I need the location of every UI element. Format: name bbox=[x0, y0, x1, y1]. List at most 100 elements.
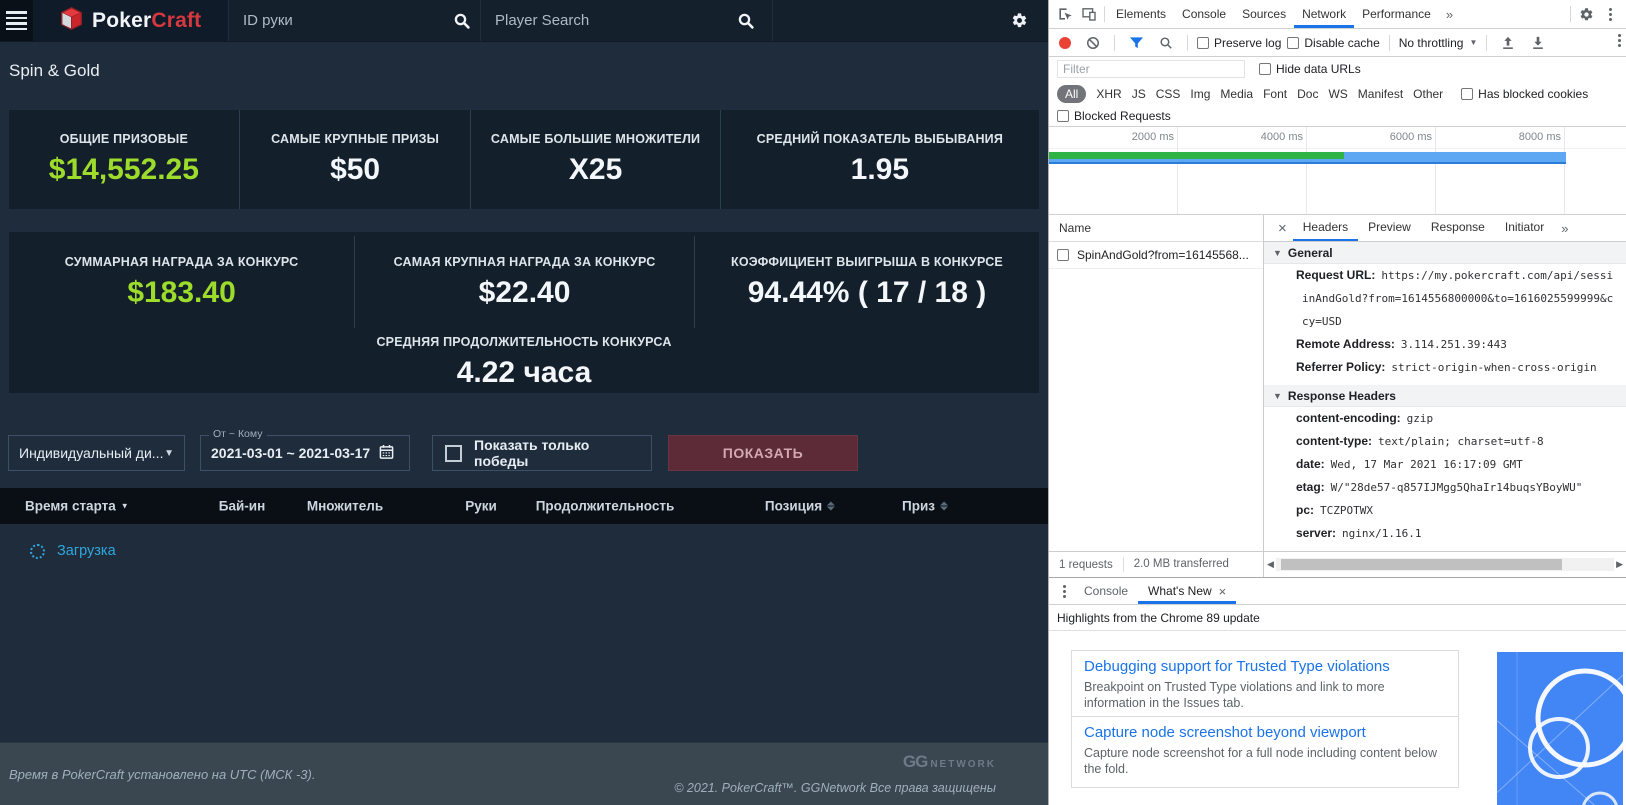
has-blocked-cookies-checkbox-group[interactable]: Has blocked cookies bbox=[1461, 87, 1588, 101]
clear-icon[interactable] bbox=[1081, 32, 1105, 54]
chip-other[interactable]: Other bbox=[1413, 87, 1443, 101]
settings-gear-icon[interactable] bbox=[1011, 0, 1048, 41]
ggnetwork-logo: GGNETWORK bbox=[903, 752, 996, 772]
search-icon[interactable] bbox=[1154, 32, 1178, 54]
details-tabbar: × Headers Preview Response Initiator » bbox=[1264, 215, 1626, 242]
tab-sources[interactable]: Sources bbox=[1234, 0, 1294, 28]
request-row[interactable]: SpinAndGold?from=16145568... bbox=[1049, 242, 1263, 269]
chip-ws[interactable]: WS bbox=[1328, 87, 1347, 101]
whats-new-link[interactable]: Debugging support for Trusted Type viola… bbox=[1084, 658, 1446, 675]
chip-css[interactable]: CSS bbox=[1156, 87, 1181, 101]
import-har-icon[interactable] bbox=[1496, 32, 1520, 54]
hand-id-search-icon[interactable] bbox=[450, 10, 474, 32]
throttling-dropdown[interactable]: No throttling ▼ bbox=[1399, 36, 1478, 50]
whats-new-card: Capture node screenshot beyond viewport … bbox=[1071, 716, 1459, 788]
devtools-drawer: Console What's New × Highlights from the… bbox=[1049, 577, 1626, 805]
inspect-element-icon[interactable] bbox=[1053, 3, 1077, 25]
stats-panel-secondary: СУММАРНАЯ НАГРАДА ЗА КОНКУРС $183.40 САМ… bbox=[8, 231, 1040, 394]
only-wins-label: Показать только победы bbox=[474, 437, 639, 469]
stat-avg-contest-duration: СРЕДНЯЯ ПРОДОЛЖИТЕЛЬНОСТЬ КОНКУРСА 4.22 … bbox=[9, 335, 1039, 390]
filter-funnel-icon[interactable] bbox=[1124, 32, 1148, 54]
close-icon[interactable]: × bbox=[1219, 584, 1227, 599]
tab-preview[interactable]: Preview bbox=[1358, 215, 1421, 241]
tick-8000ms: 8000 ms bbox=[1436, 127, 1565, 148]
copyright-text: © 2021. PokerCraft™. GGNetwork Все права… bbox=[674, 781, 996, 795]
player-search-icon[interactable] bbox=[734, 10, 758, 32]
blocked-requests-checkbox-group[interactable]: Blocked Requests bbox=[1057, 109, 1171, 123]
column-position[interactable]: Позиция bbox=[765, 499, 835, 514]
chip-manifest[interactable]: Manifest bbox=[1358, 87, 1403, 101]
general-section-header[interactable]: ▼ General bbox=[1264, 242, 1626, 264]
calendar-icon[interactable] bbox=[379, 444, 394, 463]
tab-initiator[interactable]: Initiator bbox=[1495, 215, 1554, 241]
disable-cache-checkbox-group[interactable]: Disable cache bbox=[1287, 36, 1379, 50]
preserve-log-checkbox[interactable] bbox=[1197, 37, 1209, 49]
menu-button[interactable] bbox=[0, 0, 33, 41]
scrollbar-track[interactable] bbox=[1276, 558, 1614, 571]
pokercraft-logo[interactable]: PokerCraft bbox=[33, 0, 228, 41]
request-row-checkbox[interactable] bbox=[1057, 249, 1069, 261]
show-button[interactable]: ПОКАЗАТЬ bbox=[668, 435, 858, 471]
close-icon[interactable]: × bbox=[1272, 215, 1293, 241]
only-wins-checkbox[interactable] bbox=[445, 445, 462, 462]
chip-doc[interactable]: Doc bbox=[1297, 87, 1318, 101]
whats-new-link[interactable]: Capture node screenshot beyond viewport bbox=[1084, 724, 1446, 741]
blocked-requests-checkbox[interactable] bbox=[1057, 110, 1069, 122]
has-blocked-cookies-checkbox[interactable] bbox=[1461, 88, 1473, 100]
hand-id-input[interactable] bbox=[243, 12, 442, 29]
preserve-log-label: Preserve log bbox=[1214, 36, 1281, 50]
response-headers-section-header[interactable]: ▼ Response Headers bbox=[1264, 385, 1626, 407]
pokercraft-topbar: PokerCraft bbox=[0, 0, 1048, 42]
record-button[interactable] bbox=[1059, 37, 1071, 49]
stat-contest-win-ratio: КОЭФФИЦИЕНТ ВЫИГРЫША В КОНКУРСЕ 94.44% (… bbox=[695, 236, 1039, 328]
name-column-header[interactable]: Name bbox=[1049, 215, 1263, 242]
more-tabs-icon[interactable]: » bbox=[1439, 0, 1460, 28]
export-har-icon[interactable] bbox=[1526, 32, 1550, 54]
column-buyin[interactable]: Бай-ин bbox=[219, 499, 265, 514]
timeline-activity-bar bbox=[1049, 152, 1566, 164]
chip-font[interactable]: Font bbox=[1263, 87, 1287, 101]
hand-id-search bbox=[228, 0, 480, 41]
pokercraft-footer: Время в PokerCraft установлено на UTC (М… bbox=[0, 742, 1048, 805]
chip-js[interactable]: JS bbox=[1132, 87, 1146, 101]
network-filter-input[interactable] bbox=[1057, 60, 1245, 78]
scrollbar-thumb[interactable] bbox=[1281, 559, 1562, 570]
column-hands[interactable]: Руки bbox=[465, 499, 497, 514]
tab-response[interactable]: Response bbox=[1421, 215, 1495, 241]
network-overview-timeline[interactable]: 2000 ms 4000 ms 6000 ms 8000 ms bbox=[1049, 127, 1626, 215]
more-detail-tabs-icon[interactable]: » bbox=[1554, 215, 1575, 241]
scroll-right-icon[interactable]: ▶ bbox=[1616, 559, 1623, 570]
loading-row: Загрузка bbox=[0, 524, 1048, 559]
scroll-left-icon[interactable]: ◀ bbox=[1267, 559, 1274, 570]
tab-headers[interactable]: Headers bbox=[1293, 215, 1358, 241]
game-type-dropdown[interactable]: Индивидуальный ди... ▼ bbox=[8, 435, 185, 471]
drawer-tab-whats-new[interactable]: What's New × bbox=[1138, 578, 1236, 604]
tab-performance[interactable]: Performance bbox=[1354, 0, 1439, 28]
tab-elements[interactable]: Elements bbox=[1108, 0, 1174, 28]
drawer-menu-kebab-icon[interactable] bbox=[1063, 585, 1066, 598]
chip-img[interactable]: Img bbox=[1190, 87, 1210, 101]
tab-console[interactable]: Console bbox=[1174, 0, 1234, 28]
column-prize[interactable]: Приз bbox=[902, 499, 948, 514]
column-start-time[interactable]: Время старта▼ bbox=[25, 499, 129, 514]
devtools-main-tabbar: Elements Console Sources Network Perform… bbox=[1049, 0, 1626, 29]
only-wins-checkbox-group[interactable]: Показать только победы bbox=[432, 435, 652, 471]
drawer-tab-console[interactable]: Console bbox=[1074, 578, 1138, 604]
hide-data-urls-checkbox-group[interactable]: Hide data URLs bbox=[1259, 62, 1361, 76]
disable-cache-checkbox[interactable] bbox=[1287, 37, 1299, 49]
hide-data-urls-checkbox[interactable] bbox=[1259, 63, 1271, 75]
device-toolbar-icon[interactable] bbox=[1077, 3, 1101, 25]
details-horizontal-scrollbar[interactable]: ◀ ▶ bbox=[1264, 552, 1626, 577]
column-multiplier[interactable]: Множитель bbox=[307, 499, 383, 514]
chip-media[interactable]: Media bbox=[1220, 87, 1253, 101]
devtools-menu-kebab-icon[interactable] bbox=[1598, 3, 1622, 25]
preserve-log-checkbox-group[interactable]: Preserve log bbox=[1197, 36, 1281, 50]
chip-all[interactable]: All bbox=[1057, 85, 1086, 103]
column-duration[interactable]: Продолжительность bbox=[536, 499, 675, 514]
devtools-settings-gear-icon[interactable] bbox=[1574, 3, 1598, 25]
chip-xhr[interactable]: XHR bbox=[1096, 87, 1121, 101]
player-search-input[interactable] bbox=[495, 12, 726, 29]
network-settings-kebab-icon[interactable] bbox=[1607, 29, 1626, 51]
date-range-field[interactable]: От ~ Кому 2021-03-01 ~ 2021-03-17 bbox=[200, 435, 410, 471]
tab-network[interactable]: Network bbox=[1294, 0, 1354, 28]
